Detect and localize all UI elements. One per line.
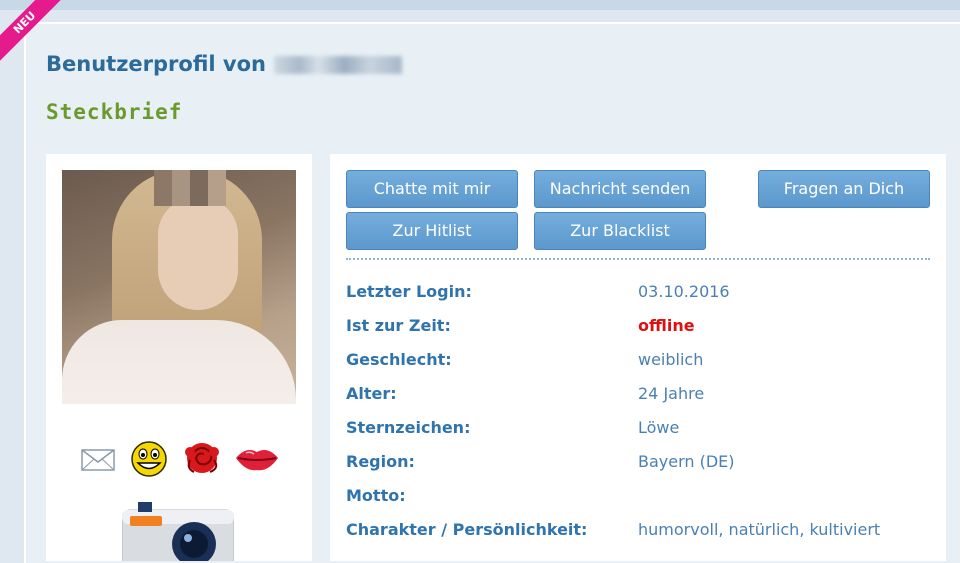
info-row-age: Alter: 24 Jahre [346,384,930,410]
hitlist-button[interactable]: Zur Hitlist [346,212,518,250]
photo-face [158,198,238,310]
details-divider [346,258,930,260]
info-row-zodiac: Sternzeichen: Löwe [346,418,930,444]
profile-sidebar-card [46,154,312,561]
send-message-button[interactable]: Nachricht senden [534,170,706,208]
info-label: Charakter / Persönlichkeit: [346,520,588,539]
rose-icon[interactable] [180,438,224,478]
section-subtitle: Steckbrief [46,100,183,124]
info-value: Löwe [638,418,680,437]
page-title-text: Benutzerprofil von [46,52,266,76]
top-bar [0,0,960,10]
info-label: Motto: [346,486,406,505]
info-label: Sternzeichen: [346,418,471,437]
info-value: Bayern (DE) [638,452,735,471]
info-row-last-login: Letzter Login: 03.10.2016 [346,282,930,308]
info-value: humorvoll, natürlich, kultiviert [638,520,881,539]
info-row-motto: Motto: [346,486,930,512]
info-value: weiblich [638,350,704,369]
info-row-region: Region: Bayern (DE) [346,452,930,478]
info-row-gender: Geschlecht: weiblich [346,350,930,376]
info-value: 24 Jahre [638,384,705,403]
profile-details-card: Chatte mit mir Nachricht senden Fragen a… [330,154,946,561]
camera-icon[interactable] [122,502,234,561]
info-value: 03.10.2016 [638,282,730,301]
lips-icon[interactable] [234,438,280,478]
smiley-icon[interactable] [130,438,168,478]
questions-button[interactable]: Fragen an Dich [758,170,930,208]
info-label: Ist zur Zeit: [346,316,451,335]
status-badge: offline [638,316,695,335]
info-row-status: Ist zur Zeit: offline [346,316,930,342]
chat-button[interactable]: Chatte mit mir [346,170,518,208]
envelope-icon[interactable] [80,438,116,478]
page-title: Benutzerprofil von [46,52,402,76]
blurred-username [273,56,402,74]
info-label: Alter: [346,384,397,403]
blacklist-button[interactable]: Zur Blacklist [534,212,706,250]
photo-pixelation [154,170,226,206]
info-row-character: Charakter / Persönlichkeit: humorvoll, n… [346,520,930,546]
action-icons-row [80,438,280,478]
profile-photo[interactable] [62,170,296,404]
info-label: Geschlecht: [346,350,452,369]
info-label: Letzter Login: [346,282,472,301]
info-label: Region: [346,452,415,471]
